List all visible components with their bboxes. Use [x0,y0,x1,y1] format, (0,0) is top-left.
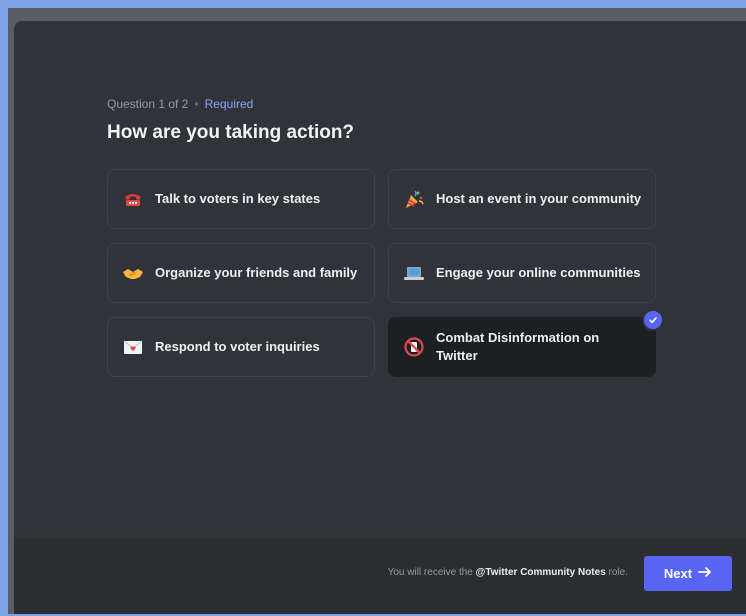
love-letter-icon [122,336,144,358]
option-label: Combat Disinformation on Twitter [436,330,600,363]
option-combat-disinformation[interactable]: Combat Disinformation on Twitter [388,309,664,377]
window-frame: Question 1 of 2 • Required How are you tak… [0,0,746,616]
option-respond-inquiries[interactable]: Respond to voter inquiries [107,317,375,377]
next-button[interactable]: Next [644,556,732,591]
role-note: You will receive the @Twitter Community … [388,567,628,578]
role-name: @Twitter Community Notes [475,567,606,578]
next-button-label: Next [663,566,693,581]
option-talk-to-voters[interactable]: Talk to voters in key states [107,169,375,229]
option-host-event[interactable]: Host an event in your community [388,169,656,229]
option-engage-online[interactable]: Engage your online communities [388,243,656,303]
onboarding-modal: Question 1 of 2 • Required How are you tak… [14,21,746,614]
laptop-icon [403,262,425,284]
option-label: Engage your online communities [436,265,641,280]
no-mobile-phones-icon [403,336,425,358]
question-meta: Question 1 of 2 • Required [107,97,253,111]
option-label: Respond to voter inquiries [155,339,320,354]
handshake-icon [122,262,144,284]
party-popper-icon [403,188,425,210]
role-note-suffix: role. [608,567,628,578]
option-organize-friends[interactable]: Organize your friends and family [107,243,375,303]
arrow-right-icon [698,566,712,581]
option-label: Organize your friends and family [155,265,358,280]
question-title: How are you taking action? [107,122,355,143]
modal-footer: You will receive the @Twitter Community … [14,538,746,614]
option-label: Host an event in your community [436,191,642,206]
meta-separator: • [194,97,199,111]
required-label: Required [204,97,254,111]
role-note-prefix: You will receive the [387,567,473,578]
question-progress: Question 1 of 2 [107,97,189,111]
telephone-icon [122,188,144,210]
option-label: Talk to voters in key states [155,191,321,206]
selected-check-icon [642,309,664,331]
